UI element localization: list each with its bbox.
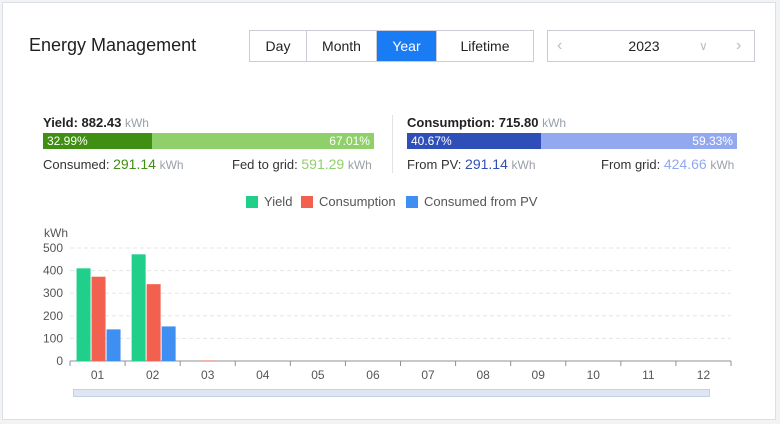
y-tick-label: 0 <box>56 354 63 368</box>
x-tick-label: 03 <box>201 368 215 382</box>
x-tick-label: 11 <box>642 368 655 382</box>
x-tick-label: 02 <box>146 368 160 382</box>
y-axis-label: kWh <box>44 226 68 240</box>
bar-consumption-02 <box>146 284 161 361</box>
x-tick-label: 06 <box>366 368 380 382</box>
x-tick-label: 05 <box>311 368 325 382</box>
energy-bar-chart: kWh 0 100 200 300 400 500 01 02 03 04 05 06 07 08 09 10 1… <box>43 226 732 382</box>
bar-consumed-from-pv-01 <box>106 329 121 361</box>
x-tick-label: 10 <box>587 368 601 382</box>
bar-yield-01 <box>76 268 91 361</box>
y-tick-label: 400 <box>43 264 63 278</box>
x-tick-label: 08 <box>476 368 490 382</box>
x-tick-label: 12 <box>697 368 711 382</box>
bar-consumption-01 <box>91 276 106 361</box>
y-tick-label: 200 <box>43 309 63 323</box>
x-tick-label: 04 <box>256 368 270 382</box>
y-tick-label: 500 <box>43 241 63 255</box>
y-tick-label: 300 <box>43 286 63 300</box>
x-tick-label: 09 <box>532 368 546 382</box>
chart-zoom-scrollbar[interactable] <box>73 389 710 397</box>
bar-consumed-from-pv-02 <box>161 326 176 361</box>
x-tick-label: 07 <box>421 368 435 382</box>
bar-yield-02 <box>131 254 146 361</box>
y-tick-label: 100 <box>43 331 63 345</box>
x-tick-label: 01 <box>91 368 105 382</box>
